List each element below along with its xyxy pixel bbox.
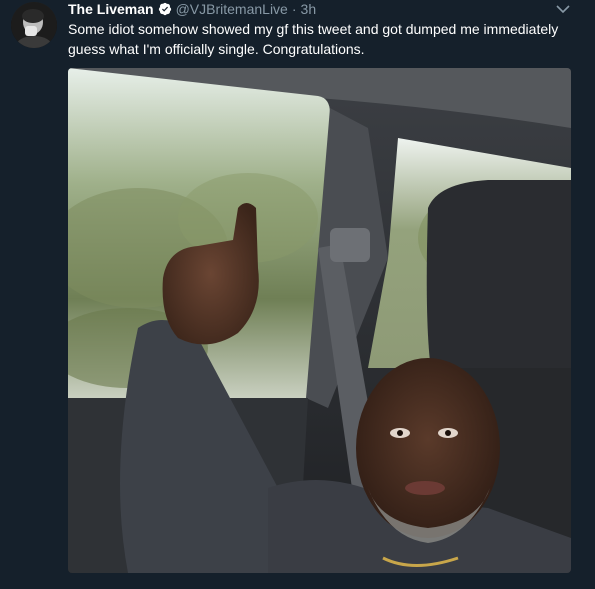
tweet: The Liveman @VJBritemanLive · 3h Some id… [0,0,595,589]
tweet-header: The Liveman @VJBritemanLive · 3h [68,0,316,18]
separator-dot: · [291,1,297,17]
chevron-down-icon[interactable] [555,2,571,16]
tweet-text: Some idiot somehow showed my gf this twe… [68,21,559,57]
display-name[interactable]: The Liveman [68,1,154,17]
avatar[interactable] [11,2,57,48]
timestamp[interactable]: 3h [301,1,317,17]
verified-badge-icon [158,2,171,16]
avatar-image [11,2,57,48]
photo-car-selfie [68,68,571,573]
user-handle[interactable]: @VJBritemanLive [176,1,288,17]
tweet-photo[interactable] [68,68,571,573]
